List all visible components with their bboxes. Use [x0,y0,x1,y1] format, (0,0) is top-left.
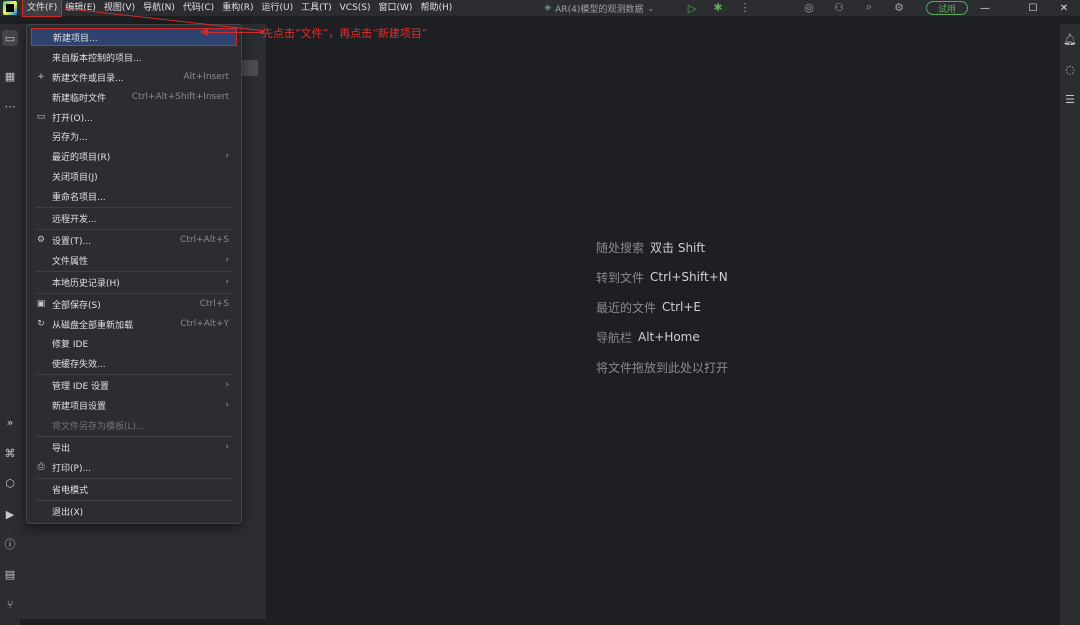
menu-item-remote-dev[interactable]: 远程开发... [31,209,237,227]
hint-search-everywhere: 随处搜索 双击 Shift [596,240,706,255]
expand-icon[interactable]: » [2,414,18,430]
title-bar: 文件(F) 编辑(E) 视图(V) 导航(N) 代码(C) 重构(R) 运行(U… [0,0,1080,17]
chevron-right-icon: › [225,255,229,265]
menu-item-print[interactable]: ⎙ 打印(P)... [31,458,237,476]
trial-button[interactable]: 试用 [926,1,968,15]
ai-chat-icon[interactable]: ◌ [1063,62,1077,76]
chevron-right-icon: › [225,380,229,390]
menu-run[interactable]: 运行(U) [257,0,297,16]
menu-help[interactable]: 帮助(H) [416,0,456,16]
save-icon: ▣ [36,299,46,309]
menu-item-new-file-or-dir[interactable]: + 新建文件或目录... Alt+Insert [31,68,237,86]
menu-item-save-as[interactable]: 另存为... [31,127,237,145]
run-icon[interactable]: ▷ [686,2,698,15]
plus-icon: + [37,72,45,82]
python-console-icon[interactable]: ⌘ [2,445,18,461]
menu-item-project-from-vcs[interactable]: 来自版本控制的项目... [31,48,237,66]
chevron-right-icon: › [225,400,229,410]
hint-goto-file: 转到文件 Ctrl+Shift+N [596,270,728,285]
toolbar-right: ◎ ⚇ ⌕ ⚙ [803,0,905,14]
menu-separator [35,271,233,272]
menu-item-repair-ide[interactable]: 修复 IDE [31,334,237,352]
notifications-icon[interactable]: 🔔︎ [1063,32,1077,46]
menu-item-new-project-setup[interactable]: 新建项目设置 › [31,396,237,414]
maximize-icon[interactable]: ☐ [1017,0,1049,16]
reload-icon: ↻ [37,319,45,329]
right-tool-strip: 🔔︎ ◌ ☰ [1060,24,1080,625]
menu-item-exit[interactable]: 退出(X) [31,502,237,520]
run-config-label: AR(4)模型的观测数据 [555,4,644,15]
problems-icon[interactable]: ⓘ [2,536,18,552]
run-config-selector[interactable]: ◈ AR(4)模型的观测数据 ⌄ [544,2,654,15]
menu-item-settings[interactable]: ⚙ 设置(T)... Ctrl+Alt+S [31,231,237,249]
menu-separator [35,374,233,375]
menu-item-new-scratch-file[interactable]: 新建临时文件 Ctrl+Alt+Shift+Insert [31,88,237,106]
chevron-right-icon: › [225,151,229,161]
minimize-icon[interactable]: — [969,0,1001,16]
menu-refactor[interactable]: 重构(R) [218,0,257,16]
left-tool-strip: ▭ ▦ ⋯ » ⌘ ⬡ ▶ ⓘ ▤ ⑂ [0,24,20,625]
file-menu-dropdown: 新建项目... 来自版本控制的项目... + 新建文件或目录... Alt+In… [26,24,242,524]
menu-separator [35,293,233,294]
menu-separator [35,229,233,230]
chevron-right-icon: › [225,442,229,452]
menu-separator [35,207,233,208]
menu-item-invalidate-caches[interactable]: 使缓存失效... [31,354,237,372]
close-icon[interactable]: ✕ [1048,0,1080,16]
menu-navigate[interactable]: 导航(N) [139,0,179,16]
hint-navigation-bar: 导航栏 Alt+Home [596,330,700,345]
menu-item-save-all[interactable]: ▣ 全部保存(S) Ctrl+S [31,295,237,313]
menu-item-local-history[interactable]: 本地历史记录(H) › [31,273,237,291]
menu-window[interactable]: 窗口(W) [375,0,417,16]
menu-item-power-save[interactable]: 省电模式 [31,480,237,498]
annotation-text: 先点击“文件”，再点击“新建项目” [262,27,428,40]
database-icon[interactable]: ☰ [1063,92,1077,106]
main-menu: 文件(F) 编辑(E) 视图(V) 导航(N) 代码(C) 重构(R) 运行(U… [21,0,456,17]
more-tools-icon[interactable]: ⋯ [2,98,18,114]
menu-item-rename-project[interactable]: 重命名项目... [31,187,237,205]
more-icon[interactable]: ⋮ [739,1,751,14]
editor-hints: 随处搜索 双击 Shift 转到文件 Ctrl+Shift+N 最近的文件 Ct… [596,232,734,382]
chevron-right-icon: › [225,277,229,287]
add-user-icon[interactable]: ⚇ [833,1,845,14]
menu-separator [35,436,233,437]
gear-icon: ⚙ [36,235,46,245]
git-icon[interactable]: ⑂ [2,596,18,612]
menu-item-reload-all[interactable]: ↻ 从磁盘全部重新加载 Ctrl+Alt+Y [31,315,237,333]
menu-code[interactable]: 代码(C) [179,0,218,16]
menu-vcs[interactable]: VCS(S) [336,0,375,16]
menu-item-open[interactable]: ▭ 打开(O)... [31,108,237,126]
app-logo-icon[interactable] [3,1,17,15]
menu-tools[interactable]: 工具(T) [297,0,336,16]
folder-icon: ▭ [36,112,46,122]
menu-item-close-project[interactable]: 关闭项目(J) [31,167,237,185]
hint-recent-files: 最近的文件 Ctrl+E [596,300,702,315]
menu-item-export[interactable]: 导出 › [31,438,237,456]
chevron-down-icon: ⌄ [647,3,655,13]
annotation-arrowhead [200,28,208,36]
project-folder-icon[interactable]: ▭ [2,30,18,46]
packages-icon[interactable]: ⬡ [2,475,18,491]
hint-drop-files: 将文件拖放到此处以打开 [596,360,729,375]
ai-assistant-icon[interactable]: ◎ [803,1,815,14]
debug-icon[interactable]: ✱ [712,1,724,14]
services-icon[interactable]: ▶ [2,506,18,522]
menu-item-recent-projects[interactable]: 最近的项目(R) › [31,147,237,165]
menu-item-file-properties[interactable]: 文件属性 › [31,251,237,269]
menu-separator [35,478,233,479]
menu-file[interactable]: 文件(F) [21,0,63,17]
settings-icon[interactable]: ⚙ [893,1,905,14]
print-icon: ⎙ [37,462,45,472]
search-icon[interactable]: ⌕ [863,0,875,13]
annotation-line [206,32,262,33]
terminal-icon[interactable]: ▤ [2,566,18,582]
menu-item-save-as-template: 将文件另存为模板(L)... [52,421,145,432]
menu-item-manage-ide-settings[interactable]: 管理 IDE 设置 › [31,376,237,394]
python-config-icon: ◈ [544,3,552,13]
menu-separator [35,500,233,501]
structure-icon[interactable]: ▦ [2,68,18,84]
